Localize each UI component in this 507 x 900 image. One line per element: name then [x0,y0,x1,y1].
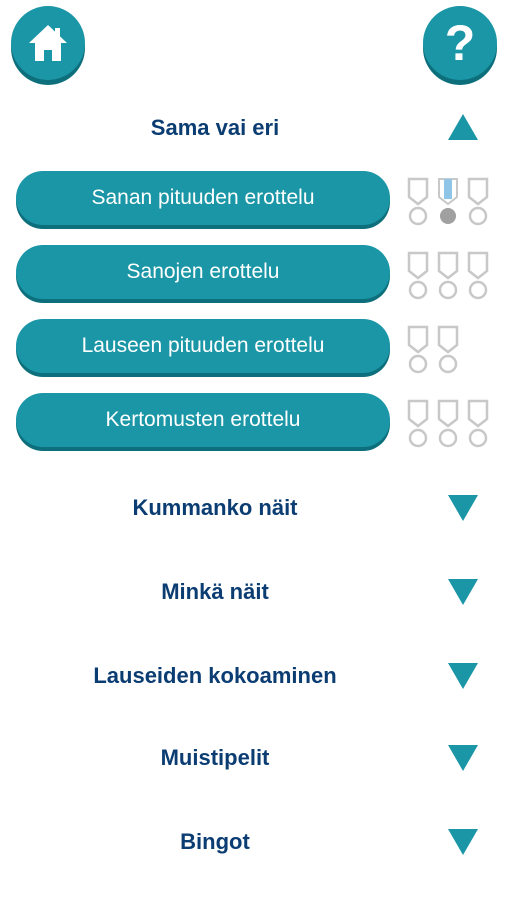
triangle-down-icon[interactable] [446,493,480,523]
game-button-kertomusten-erottelu[interactable]: Kertomusten erottelu [16,393,390,447]
medal-empty-icon [467,399,489,448]
medal-empty-icon [467,251,489,300]
medal-empty-icon [437,325,459,374]
triangle-down-icon[interactable] [446,743,480,773]
home-icon [29,25,67,61]
medal-empty-icon [407,399,429,448]
medal-empty-icon [467,177,489,226]
section-title-lauseiden-kokoaminen[interactable]: Lauseiden kokoaminen [0,663,430,689]
section-title-kummanko-nait[interactable]: Kummanko näit [0,495,430,521]
medal-empty-icon [407,325,429,374]
medal-empty-icon [437,399,459,448]
triangle-down-icon[interactable] [446,827,480,857]
game-button-sanojen-erottelu[interactable]: Sanojen erottelu [16,245,390,299]
game-button-lauseen-pituuden-erottelu[interactable]: Lauseen pituuden erottelu [16,319,390,373]
question-mark-icon: ? [444,15,476,71]
section-title-minka-nait[interactable]: Minkä näit [0,579,430,605]
medal-empty-icon [437,251,459,300]
triangle-down-icon[interactable] [446,577,480,607]
section-title-sama-vai-eri[interactable]: Sama vai eri [0,115,430,141]
medal-empty-icon [407,177,429,226]
medal-group [404,250,492,302]
section-title-muistipelit[interactable]: Muistipelit [0,745,430,771]
section-title-bingot[interactable]: Bingot [0,829,430,855]
home-button[interactable] [11,6,85,80]
game-button-sanan-pituuden-erottelu[interactable]: Sanan pituuden erottelu [16,171,390,225]
triangle-up-icon[interactable] [446,112,480,142]
medal-empty-icon [407,251,429,300]
medal-earned-icon [438,178,458,224]
medal-group [404,176,492,228]
triangle-down-icon[interactable] [446,661,480,691]
help-button[interactable]: ? [423,6,497,80]
medal-group [404,324,462,376]
medal-group [404,398,492,450]
